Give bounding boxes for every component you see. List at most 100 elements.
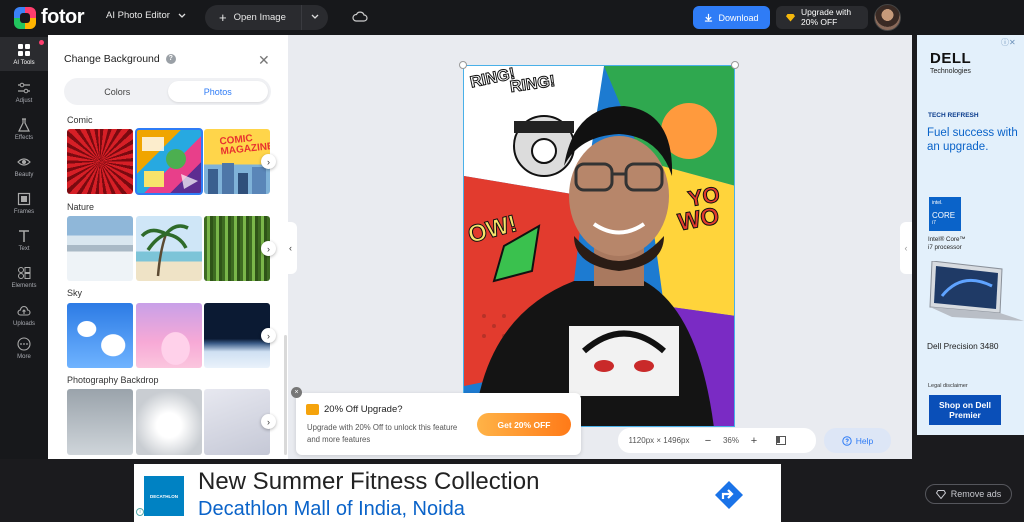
category-label-backdrop: Photography Backdrop: [67, 375, 159, 385]
panel-scrollbar[interactable]: [284, 335, 287, 455]
intel-tier: i7: [932, 220, 936, 226]
rail-item-adjust[interactable]: Adjust: [0, 75, 48, 109]
crown-badge-icon: [306, 404, 319, 415]
rail-item-effects[interactable]: Effects: [0, 112, 48, 146]
close-icon[interactable]: ✕: [258, 52, 270, 69]
processor-line-1: Intel® Core™: [928, 236, 966, 243]
help-label: Help: [855, 435, 874, 446]
more-icon: [17, 336, 31, 351]
rail-label: Text: [18, 245, 30, 252]
chevron-down-icon: [311, 14, 319, 19]
rail-item-elements[interactable]: Elements: [0, 260, 48, 294]
legal-disclaimer[interactable]: Legal disclaimer: [928, 383, 968, 389]
notification-dot: [39, 40, 44, 45]
download-button[interactable]: Download: [693, 6, 770, 29]
rail-label: More: [17, 353, 31, 360]
rail-label: Elements: [11, 282, 37, 289]
bottom-ad-subtitle: Decathlon Mall of India, Noida: [198, 498, 465, 520]
zoom-level[interactable]: 36%: [716, 436, 746, 445]
open-image-dropdown[interactable]: [302, 12, 328, 23]
intel-badge: intel. CORE i7: [929, 197, 961, 231]
panel-title: Change Background: [64, 53, 160, 65]
cloud-icon[interactable]: [352, 10, 368, 24]
comic-next-arrow[interactable]: ›: [261, 154, 276, 169]
collapse-panel-button[interactable]: ‹: [284, 222, 297, 274]
rail-item-text[interactable]: Text: [0, 223, 48, 257]
remove-ads-button[interactable]: Remove ads: [925, 484, 1012, 504]
adchoices-icon[interactable]: ⓘ✕: [1001, 37, 1016, 48]
logo-text: fotor: [41, 6, 85, 28]
top-bar: fotor AI Photo Editor + Open Image Downl…: [0, 0, 1024, 35]
intel-brand: intel.: [932, 200, 943, 206]
nature-next-arrow[interactable]: ›: [261, 241, 276, 256]
diamond-icon: [786, 13, 795, 22]
backdrop-thumb-gray[interactable]: [67, 389, 133, 455]
compare-icon[interactable]: [776, 436, 786, 445]
open-image-group: + Open Image: [205, 5, 328, 30]
rail-label: AI Tools: [13, 59, 35, 66]
zoom-toolbar: 1120px × 1496px − 36% +: [618, 428, 816, 453]
backdrop-next-arrow[interactable]: ›: [261, 414, 276, 429]
comic-thumb-burst[interactable]: [67, 129, 133, 194]
person-cutout: [474, 106, 714, 426]
ad-headline: Fuel success with an upgrade.: [927, 127, 1018, 153]
grid-icon: [18, 43, 30, 56]
sliders-icon: [18, 82, 30, 93]
tab-photos[interactable]: Photos: [167, 81, 268, 102]
fotor-logo[interactable]: fotor: [14, 6, 85, 29]
promo-title: 20% Off Upgrade?: [306, 404, 403, 415]
nature-thumb-snow[interactable]: [67, 216, 133, 281]
rail-item-uploads[interactable]: Uploads: [0, 298, 48, 332]
tab-colors[interactable]: Colors: [67, 81, 168, 102]
sky-thumb-pink[interactable]: [136, 303, 202, 368]
backdrop-thumb-spotlight[interactable]: [136, 389, 202, 455]
ad-kicker: TECH REFRESH: [928, 112, 979, 119]
get-discount-button[interactable]: Get 20% OFF: [477, 413, 571, 436]
zoom-out-button[interactable]: −: [700, 435, 716, 447]
frame-icon: [17, 192, 31, 205]
open-image-button[interactable]: + Open Image: [205, 5, 302, 30]
shop-dell-button[interactable]: Shop on Dell Premier: [929, 395, 1001, 425]
ad-info-icon[interactable]: i: [136, 508, 144, 516]
flask-icon: [18, 117, 30, 132]
promo-title-text: 20% Off Upgrade?: [324, 404, 403, 415]
right-ad-banner[interactable]: DELL Technologies TECH REFRESH Fuel succ…: [917, 35, 1024, 435]
directions-icon[interactable]: [714, 480, 744, 510]
rail-label: Frames: [13, 208, 35, 215]
shapes-icon: [18, 266, 31, 279]
bottom-ad-banner[interactable]: DECATHLON New Summer Fitness Collection …: [134, 464, 781, 522]
intel-core-label: CORE: [932, 211, 956, 220]
upgrade-label-2: 20% OFF: [801, 16, 838, 27]
edited-photo[interactable]: RING! RING! OW! YO WO: [463, 65, 735, 427]
resize-handle-top-left[interactable]: [459, 61, 467, 69]
help-icon[interactable]: ?: [165, 54, 176, 64]
promo-description: Upgrade with 20% Off to unlock this feat…: [307, 423, 458, 444]
rail-label: Adjust: [15, 97, 33, 104]
help-button[interactable]: Help: [824, 428, 891, 453]
zoom-in-button[interactable]: +: [746, 435, 762, 447]
rail-item-more[interactable]: More: [0, 331, 48, 365]
panel-header: Change Background ?: [64, 53, 176, 65]
sky-thumb-clouds[interactable]: [67, 303, 133, 368]
category-label-nature: Nature: [67, 202, 95, 212]
upgrade-button[interactable]: Upgrade with 20% OFF: [776, 6, 868, 29]
user-avatar[interactable]: [874, 4, 901, 31]
nature-thumb-beach[interactable]: [136, 216, 202, 281]
editor-mode-dropdown[interactable]: AI Photo Editor: [106, 10, 186, 21]
rail-item-beauty[interactable]: Beauty: [0, 149, 48, 183]
change-background-panel: Change Background ? ✕ Colors Photos Comi…: [48, 35, 288, 459]
resize-handle-top-right[interactable]: [731, 61, 739, 69]
category-label-sky: Sky: [67, 288, 83, 298]
category-label-comic: Comic: [67, 115, 93, 125]
remove-ads-label: Remove ads: [950, 489, 1002, 499]
rail-item-frames[interactable]: Frames: [0, 186, 48, 220]
promo-close-icon[interactable]: ×: [291, 387, 302, 398]
rail-label: Effects: [14, 134, 34, 141]
sky-next-arrow[interactable]: ›: [261, 328, 276, 343]
comic-thumb-panels[interactable]: [135, 128, 203, 195]
plus-icon: +: [219, 10, 227, 25]
rail-label: Beauty: [14, 171, 34, 178]
right-panel-toggle[interactable]: ‹: [900, 222, 912, 274]
rail-item-ai-tools[interactable]: AI Tools: [0, 37, 48, 71]
tool-rail: AI Tools Adjust Effects Beauty Frames Te…: [0, 35, 48, 459]
